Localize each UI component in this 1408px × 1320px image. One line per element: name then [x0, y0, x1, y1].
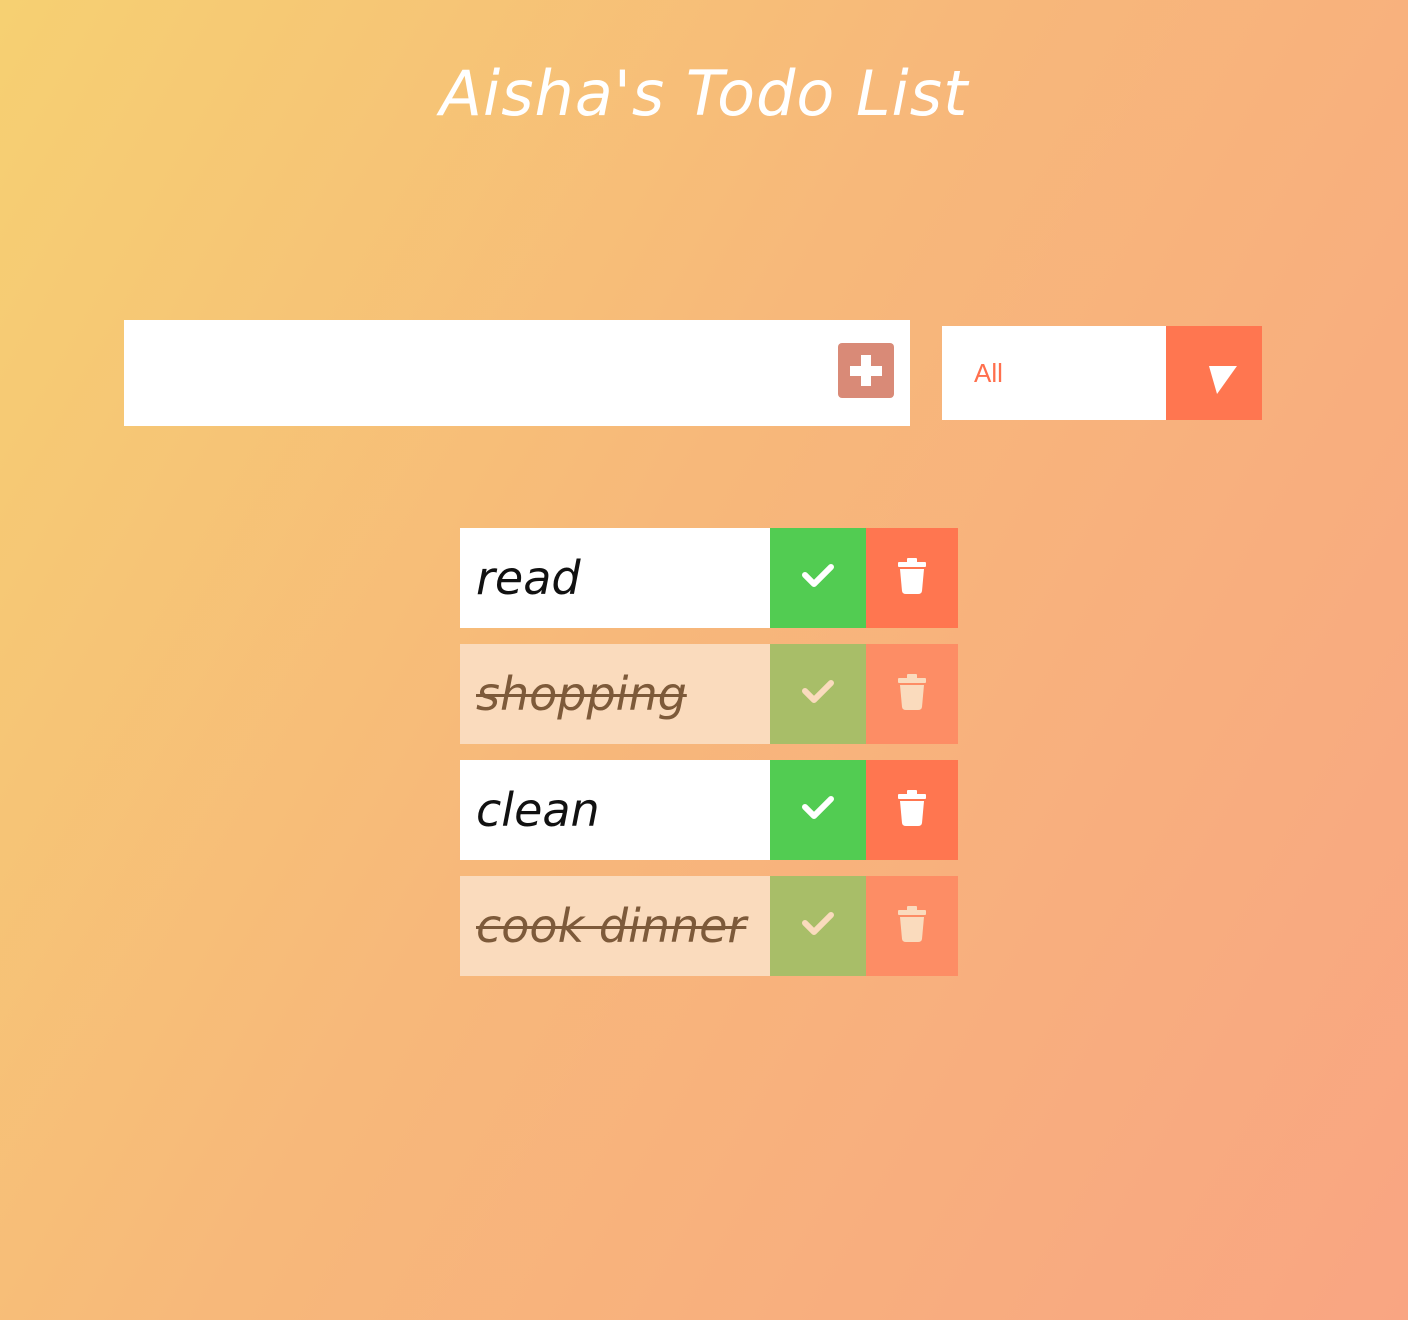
filter-dropdown-toggle[interactable] [1166, 326, 1262, 420]
delete-button[interactable] [866, 876, 958, 976]
todo-text: read [476, 551, 581, 605]
trash-icon [898, 674, 926, 710]
complete-button[interactable] [770, 760, 866, 860]
delete-button[interactable] [866, 528, 958, 628]
trash-icon [898, 558, 926, 594]
check-icon [802, 680, 834, 703]
check-icon [802, 564, 834, 587]
filter-select[interactable]: All [942, 326, 1262, 420]
todo-text-box: read [460, 528, 770, 628]
chevron-down-icon [1203, 366, 1237, 394]
complete-button[interactable] [770, 528, 866, 628]
check-icon [802, 912, 834, 935]
complete-button[interactable] [770, 876, 866, 976]
todo-text-box: shopping [460, 644, 770, 744]
add-todo-button[interactable] [838, 343, 894, 398]
todo-item: read [460, 528, 958, 628]
trash-icon [898, 790, 926, 826]
delete-button[interactable] [866, 644, 958, 744]
todo-input-container [124, 320, 910, 426]
todo-item: clean [460, 760, 958, 860]
check-icon [802, 796, 834, 819]
todo-list: read shopping clean cook dinner [460, 528, 958, 992]
complete-button[interactable] [770, 644, 866, 744]
todo-text: clean [476, 783, 600, 837]
todo-item: cook dinner [460, 876, 958, 976]
todo-text: cook dinner [476, 899, 747, 953]
page-title: Aisha's Todo List [439, 57, 969, 130]
delete-button[interactable] [866, 760, 958, 860]
filter-selected-value: All [974, 358, 1003, 388]
todo-text-box: cook dinner [460, 876, 770, 976]
todo-text: shopping [476, 667, 687, 721]
todo-item: shopping [460, 644, 958, 744]
trash-icon [898, 906, 926, 942]
todo-input[interactable] [124, 320, 824, 426]
todo-text-box: clean [460, 760, 770, 860]
